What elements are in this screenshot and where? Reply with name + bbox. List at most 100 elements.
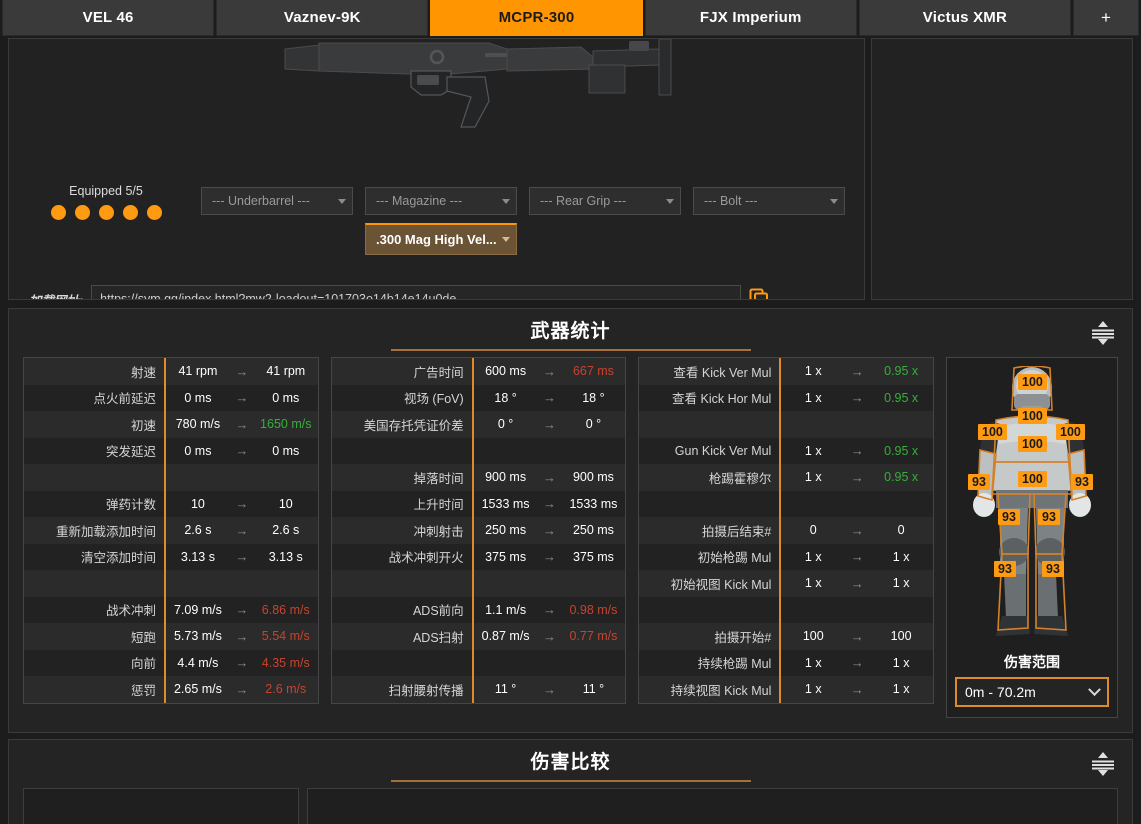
stat-base-value: 1 x [781, 364, 845, 378]
chevron-down-icon [1088, 683, 1101, 696]
arrow-right-icon: → [845, 576, 869, 591]
copy-icon[interactable] [749, 288, 769, 300]
stat-row: 冲刺射击250 ms→250 ms [332, 517, 626, 544]
rear-grip-select[interactable]: --- Rear Grip --- [529, 187, 681, 215]
comparison-options-box[interactable] [23, 788, 299, 824]
stat-row: 射速41 rpm→41 rpm [24, 358, 318, 385]
slot-rear-grip: --- Rear Grip --- [529, 187, 681, 255]
stat-row: 拍摄后结束#0→0 [639, 517, 933, 544]
comparison-chart-box[interactable] [307, 788, 1118, 824]
loadout-side-panel [871, 38, 1133, 300]
stat-new-value: 1 x [869, 682, 933, 696]
stat-new-value: 900 ms [562, 470, 626, 484]
stat-label: 清空添加时间 [24, 547, 164, 566]
stat-new-value: 375 ms [562, 550, 626, 564]
stat-label: 战术冲刺开火 [332, 547, 472, 566]
damage-tag-neck: 100 [1018, 408, 1047, 424]
stat-values [164, 464, 318, 491]
magazine-selected-label: .300 Mag High Vel... [376, 232, 498, 247]
stat-row: 枪踢霍穆尔1 x→0.95 x [639, 464, 933, 491]
damage-comparison-header: 伤害比较 [9, 740, 1132, 788]
stat-row: 查看 Kick Ver Mul1 x→0.95 x [639, 358, 933, 385]
loadout-url-input[interactable]: https://sym.gg/index.html?mw2-loadout=10… [91, 285, 741, 300]
stat-label: 弹药计数 [24, 494, 164, 513]
arrow-right-icon: → [230, 549, 254, 564]
tab-victus-xmr[interactable]: Victus XMR [859, 0, 1071, 36]
stat-values: 7.09 m/s→6.86 m/s [164, 597, 318, 624]
damage-comparison-body [9, 788, 1132, 824]
tab-vaznev-9k[interactable]: Vaznev-9K [216, 0, 428, 36]
stat-values: 2.6 s→2.6 s [164, 517, 318, 544]
chevron-down-icon [338, 199, 346, 204]
underbarrel-select[interactable]: --- Underbarrel --- [201, 187, 353, 215]
stat-base-value: 0 ° [474, 417, 538, 431]
stat-values: 375 ms→375 ms [472, 544, 626, 571]
arrow-right-icon: → [845, 655, 869, 670]
stat-values: 600 ms→667 ms [472, 358, 626, 385]
magazine-select[interactable]: --- Magazine --- [365, 187, 517, 215]
stat-values: 11 °→11 ° [472, 676, 626, 703]
arrow-right-icon: → [845, 470, 869, 485]
equipped-dot [147, 205, 162, 220]
expand-collapse-icon[interactable] [1088, 319, 1118, 347]
weapon-render-image [189, 38, 749, 165]
stat-row: 广告时间600 ms→667 ms [332, 358, 626, 385]
stat-row: 点火前延迟0 ms→0 ms [24, 385, 318, 412]
add-weapon-tab-button[interactable]: + [1073, 0, 1139, 36]
damage-tag-left-shoulder: 100 [978, 424, 1007, 440]
arrow-right-icon: → [845, 390, 869, 405]
stat-new-value: 3.13 s [254, 550, 318, 564]
stat-row: 上升时间1533 ms→1533 ms [332, 491, 626, 518]
stat-new-value: 0 ms [254, 444, 318, 458]
stat-values [779, 491, 933, 518]
damage-range-caption: 伤害范围 [1004, 652, 1060, 672]
stat-base-value: 780 m/s [166, 417, 230, 431]
stat-row: 初始枪踢 Mul1 x→1 x [639, 544, 933, 571]
weapon-stats-body: 射速41 rpm→41 rpm点火前延迟0 ms→0 ms初速780 m/s→1… [9, 357, 1132, 732]
stat-new-value: 0.77 m/s [562, 629, 626, 643]
damage-tag-stomach: 100 [1018, 471, 1047, 487]
tab-vel-46[interactable]: VEL 46 [2, 0, 214, 36]
weapon-stats-title: 武器统计 [530, 316, 610, 343]
stat-new-value: 0.95 x [869, 391, 933, 405]
arrow-right-icon: → [845, 629, 869, 644]
stat-base-value: 1 x [781, 391, 845, 405]
stat-new-value: 0.98 m/s [562, 603, 626, 617]
rear-grip-select-label: --- Rear Grip --- [540, 194, 662, 208]
stat-values: 1 x→1 x [779, 676, 933, 703]
stat-base-value: 41 rpm [166, 364, 230, 378]
arrow-right-icon: → [230, 443, 254, 458]
stat-row: 重新加载添加时间2.6 s→2.6 s [24, 517, 318, 544]
tab-fjx-imperium[interactable]: FJX Imperium [645, 0, 857, 36]
damage-range-select[interactable]: 0m - 70.2m [955, 677, 1109, 707]
underbarrel-select-label: --- Underbarrel --- [212, 194, 334, 208]
stat-label: 射速 [24, 362, 164, 381]
expand-collapse-icon[interactable] [1088, 750, 1118, 778]
slot-underbarrel: --- Underbarrel --- [201, 187, 353, 255]
damage-tag-head: 100 [1018, 374, 1047, 390]
stat-base-value: 250 ms [474, 523, 538, 537]
tab-mcpr-300[interactable]: MCPR-300 [430, 0, 642, 36]
damage-tag-upper-chest: 100 [1018, 436, 1047, 452]
magazine-selected-attachment[interactable]: .300 Mag High Vel... [365, 223, 517, 255]
stat-new-value: 18 ° [562, 391, 626, 405]
stat-new-value: 11 ° [562, 682, 626, 696]
arrow-right-icon: → [845, 549, 869, 564]
arrow-right-icon: → [538, 417, 562, 432]
stat-row: 视场 (FoV)18 °→18 ° [332, 385, 626, 412]
hitbox-diagram: 100100100100100100939393939393 [956, 366, 1108, 648]
stat-new-value: 6.86 m/s [254, 603, 318, 617]
stat-values [164, 570, 318, 597]
damage-tag-left-thigh: 93 [998, 509, 1020, 525]
bolt-select[interactable]: --- Bolt --- [693, 187, 845, 215]
stat-new-value: 1650 m/s [254, 417, 318, 431]
equipped-dot [123, 205, 138, 220]
stat-base-value: 1 x [781, 576, 845, 590]
stat-base-value: 4.4 m/s [166, 656, 230, 670]
stat-values: 0 ms→0 ms [164, 385, 318, 412]
stats-column-2: 广告时间600 ms→667 ms视场 (FoV)18 °→18 °美国存托凭证… [331, 357, 627, 704]
stat-label: ADS前向 [332, 600, 472, 619]
stat-values: 780 m/s→1650 m/s [164, 411, 318, 438]
arrow-right-icon: → [845, 443, 869, 458]
stat-row: 突发延迟0 ms→0 ms [24, 438, 318, 465]
